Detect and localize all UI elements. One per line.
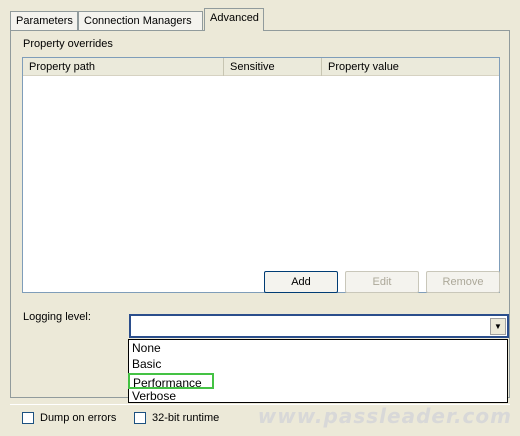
dump-on-errors-checkbox[interactable] <box>22 412 34 424</box>
logging-level-label: Logging level: <box>23 311 91 323</box>
logging-option-verbose[interactable]: Verbose <box>129 388 507 404</box>
execute-package-dialog: Parameters Connection Managers Advanced … <box>0 0 520 436</box>
logging-option-none[interactable]: None <box>129 340 507 356</box>
column-header-property-value[interactable]: Property value <box>322 58 499 76</box>
edit-button[interactable]: Edit <box>345 271 419 293</box>
runtime-32bit-label: 32-bit runtime <box>152 412 220 424</box>
tab-connection-managers[interactable]: Connection Managers <box>78 11 203 31</box>
logging-option-performance-row: Performance <box>128 372 507 390</box>
tab-parameters[interactable]: Parameters <box>10 11 78 31</box>
remove-button[interactable]: Remove <box>426 271 500 293</box>
property-overrides-grid[interactable]: Property path Sensitive Property value <box>22 57 500 293</box>
logging-level-dropdown: None Basic Performance Verbose <box>128 339 508 403</box>
property-overrides-label: Property overrides <box>23 38 113 50</box>
column-header-sensitive[interactable]: Sensitive <box>224 58 322 76</box>
add-button[interactable]: Add <box>264 271 338 293</box>
chevron-down-icon[interactable]: ▼ <box>490 318 506 335</box>
watermark-text: www.passleader.com <box>257 404 512 428</box>
dump-on-errors-label: Dump on errors <box>40 412 117 424</box>
logging-option-performance[interactable]: Performance <box>128 373 214 390</box>
tab-advanced[interactable]: Advanced <box>204 8 264 31</box>
logging-level-combobox[interactable]: ▼ <box>129 314 509 338</box>
column-header-property-path[interactable]: Property path <box>23 58 224 76</box>
logging-option-basic[interactable]: Basic <box>129 356 507 372</box>
runtime-32bit-checkbox[interactable] <box>134 412 146 424</box>
grid-header: Property path Sensitive Property value <box>23 58 499 76</box>
